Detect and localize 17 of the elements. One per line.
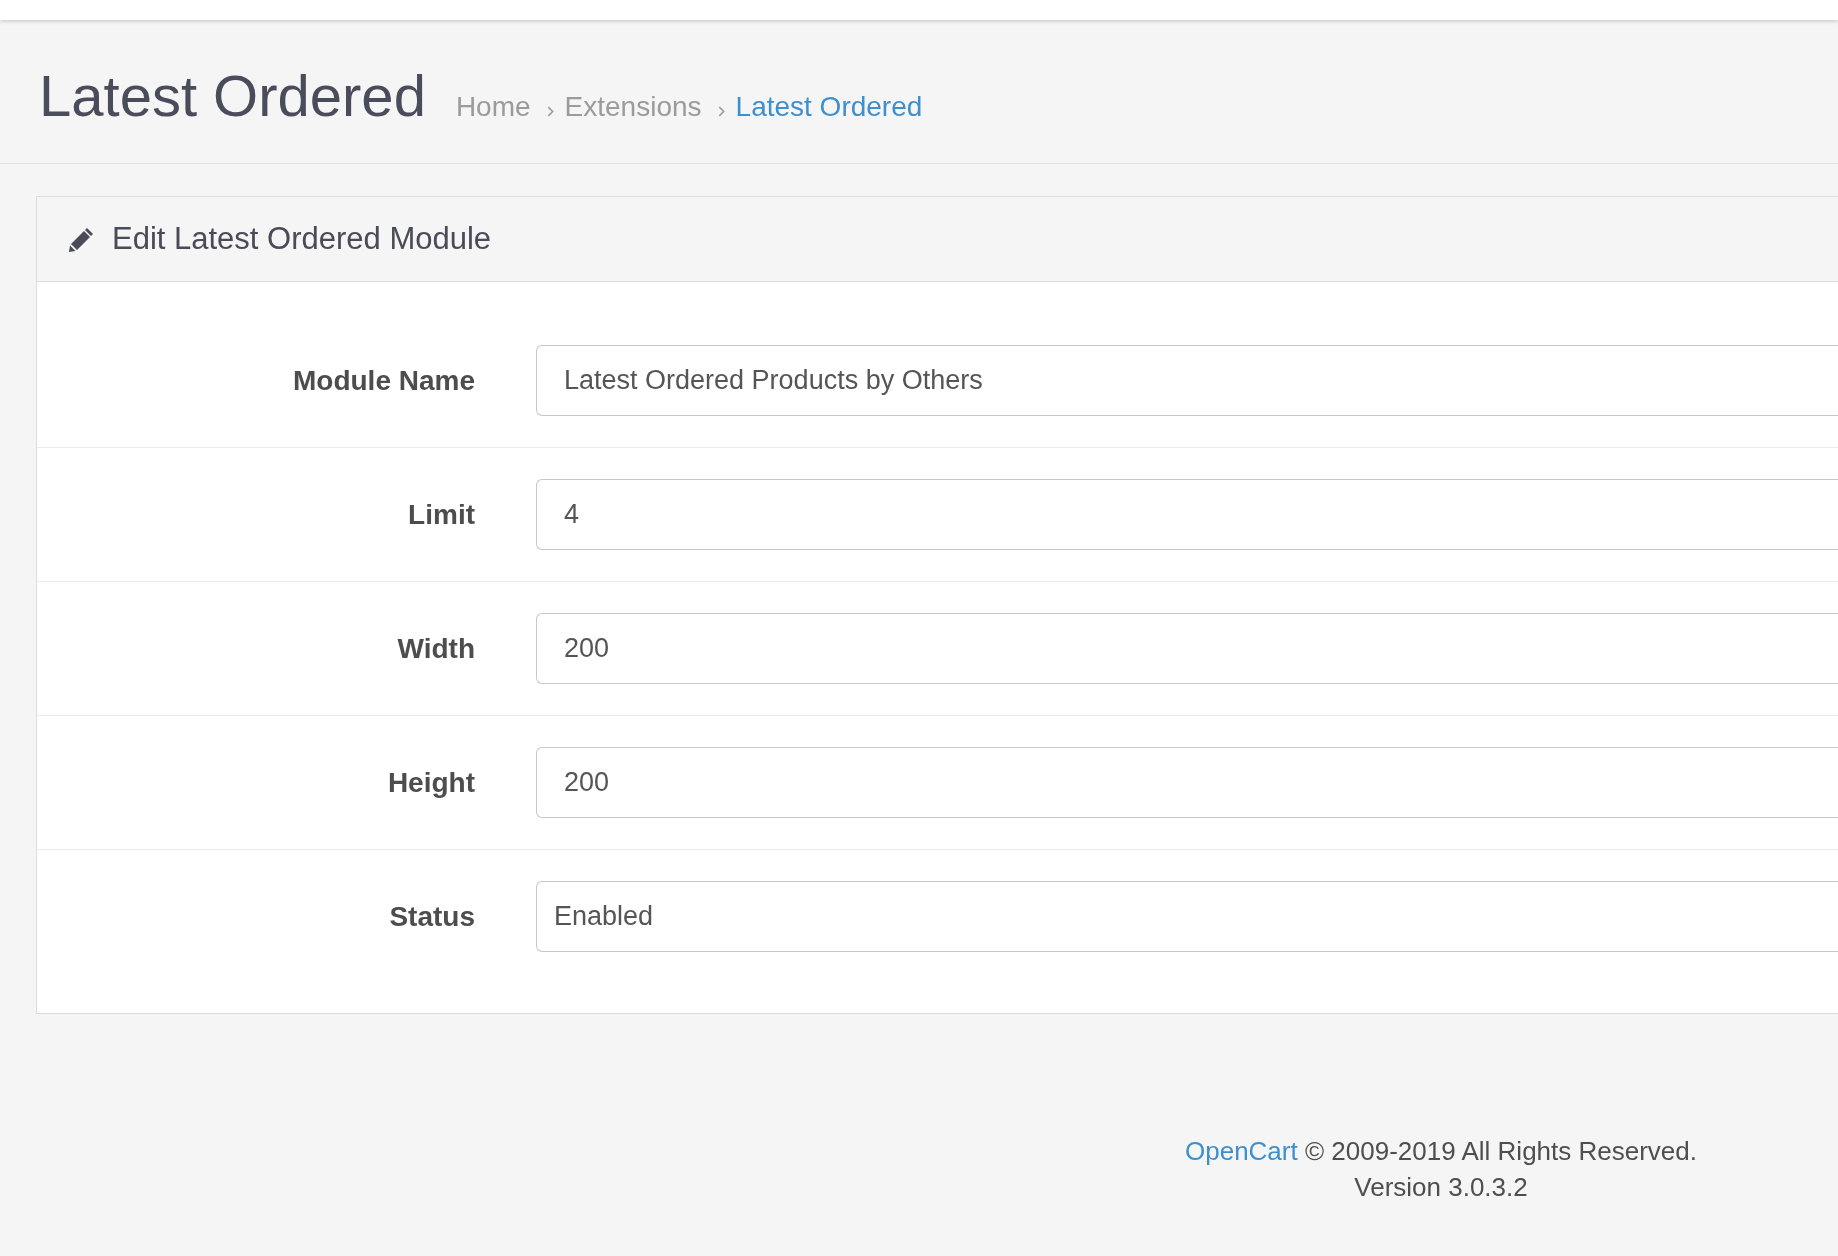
panel-title: Edit Latest Ordered Module <box>112 221 492 257</box>
text-input[interactable]: 4 <box>536 479 1838 550</box>
chevron-icon <box>717 105 725 117</box>
version-text: Version 3.0.3.2 <box>1354 1171 1528 1204</box>
field-label: Module Name <box>291 364 475 397</box>
dropdown-select[interactable]: Enabled <box>536 881 1838 952</box>
field-label: Status <box>388 900 475 933</box>
text-input[interactable]: Latest Ordered Products by Others <box>536 345 1838 416</box>
chevron-icon <box>546 105 554 117</box>
page-title: Latest Ordered <box>39 64 426 128</box>
field-label: Limit <box>407 498 475 531</box>
field-label: Height <box>386 766 475 799</box>
text-input[interactable]: 200 <box>536 613 1838 684</box>
text-input[interactable]: 200 <box>536 747 1838 818</box>
field-label: Width <box>396 632 475 665</box>
copyright-text: OpenCart © 2009-2019 All Rights Reserved. <box>1185 1135 1697 1168</box>
pencil-icon <box>68 226 94 252</box>
